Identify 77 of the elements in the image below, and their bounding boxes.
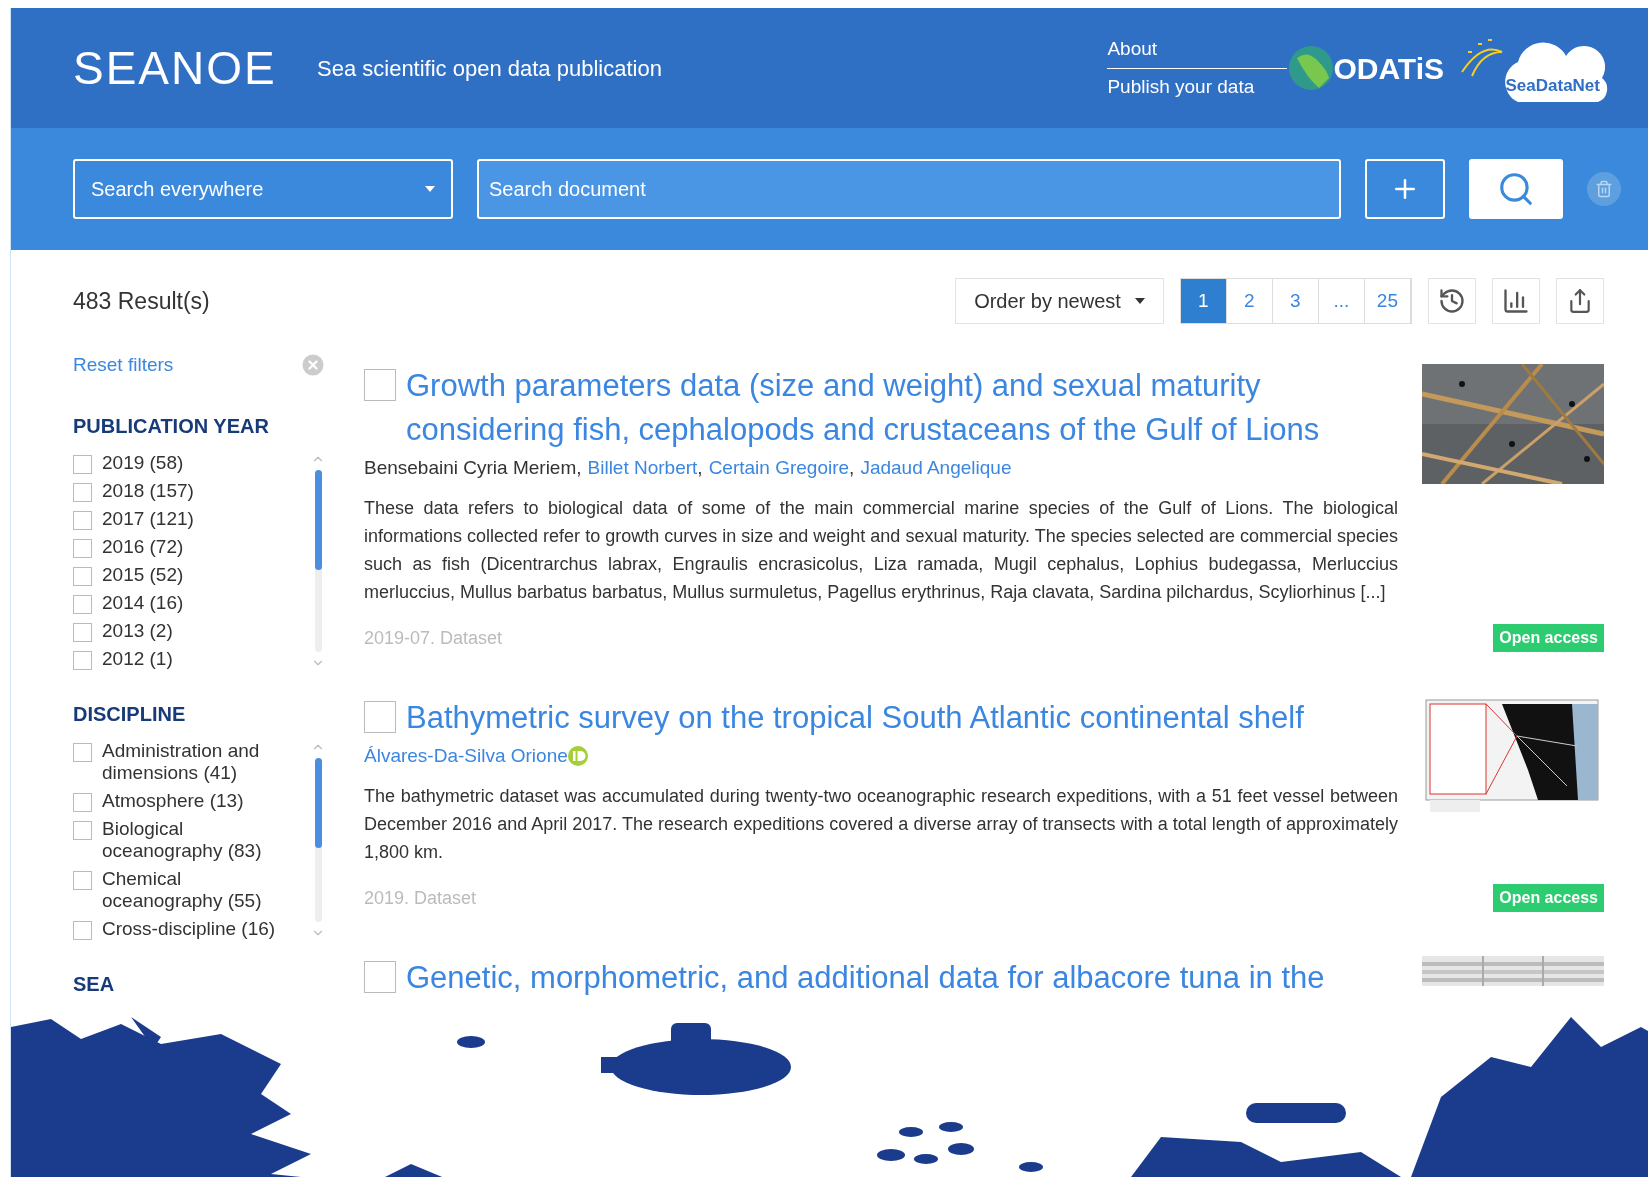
checkbox[interactable] <box>73 454 92 474</box>
scrollbar-track[interactable] <box>314 757 322 922</box>
facet-option[interactable]: Atmosphere (13) <box>102 789 244 812</box>
scrollbar-thumb[interactable] <box>314 757 322 848</box>
result-title-link[interactable]: Genetic, morphometric, and additional data for albacore tuna in the <box>406 956 1325 1000</box>
checkbox[interactable] <box>73 566 92 586</box>
checkbox[interactable] <box>73 482 92 502</box>
reset-filters-link[interactable]: Reset filters <box>73 351 174 380</box>
checkbox[interactable] <box>73 792 92 812</box>
facet-option[interactable]: Cross-discipline (16) <box>102 917 276 940</box>
separator: , <box>849 456 855 480</box>
result-meta: 2019. Dataset <box>364 886 477 910</box>
scrollbar-thumb[interactable] <box>314 469 322 570</box>
result-title-link[interactable]: Bathymetric survey on the tropical South Atlantic continental shelf <box>406 696 1304 740</box>
sort-dropdown[interactable]: Order by newest <box>955 278 1164 324</box>
share-icon <box>1567 288 1593 314</box>
checkbox[interactable] <box>73 538 92 558</box>
facet-option[interactable]: 2018 (157) <box>102 479 194 502</box>
access-label: Open access <box>1493 884 1604 912</box>
facet-option[interactable]: Biological oceanography (83) <box>102 817 305 862</box>
checkbox[interactable] <box>73 622 92 642</box>
page-button[interactable]: 1 <box>1180 279 1227 323</box>
add-button[interactable] <box>1365 159 1445 219</box>
facet-option[interactable]: 2013 (2) <box>102 619 173 642</box>
scope-dropdown[interactable]: Search everywhere <box>73 159 453 219</box>
checkbox[interactable] <box>73 920 92 940</box>
separator: , <box>576 456 582 480</box>
author-name: Bensebaini Cyria Meriem <box>364 456 577 480</box>
checkbox[interactable] <box>73 510 92 530</box>
facet-option[interactable]: 2015 (52) <box>102 563 184 586</box>
author-link[interactable]: Billet Norbert <box>587 454 698 482</box>
trash-icon <box>1595 180 1613 198</box>
facet-option[interactable]: 2019 (58) <box>102 451 184 474</box>
results-count: 483 Result(s) <box>73 290 211 313</box>
search-icon <box>1497 170 1535 208</box>
result-description: The bathymetric dataset was accumulated during twenty-two oceanographic research expeditions, with a 51 feet vessel between December 2016 and April 2017. The research expeditions covered a diverse array of transects with a total length of approximately 1,800 km. <box>364 785 1398 864</box>
result-description: These data refers to biological data of some of the main commercial marine species of the Gulf of Lions. The biological informations collected refer to growth curves in size and weight and sexual maturity. The species selected are commercial species such as fish (Dicentrarchus labrax, Engraulis encrasicolus, Liza ramada, Mugil cephalus, Lophius budegassa, Merluccius merluccius, Mullus barbatus barbatus, Mullus surmuletus, Pagellus erythrinus, Raja clavata, Sardina pilchardus, Scyliorhinus [...] <box>364 497 1398 604</box>
facet-heading: DISCIPLINE <box>73 703 187 724</box>
site-logo[interactable]: SEANOE <box>73 45 313 91</box>
header-link[interactable]: Publish your data <box>1107 68 1288 105</box>
facet-option[interactable]: 2014 (16) <box>102 591 184 614</box>
site-tagline: Sea scientific open data publication <box>317 54 662 83</box>
checkbox[interactable] <box>73 742 92 762</box>
facet-heading: PUBLICATION YEAR <box>73 415 270 436</box>
facet-option[interactable]: 2016 (72) <box>102 535 184 558</box>
search-field[interactable]: Search document <box>477 159 1341 219</box>
separator: , <box>697 456 703 480</box>
result-title-link[interactable]: Growth parameters data (size and weight) and sexual maturity considering fish, cephalopods and crustaceans of the Gulf of Lions <box>406 364 1398 452</box>
author-link[interactable]: Jadaud Angelique <box>860 454 1012 482</box>
facet-heading: SEA <box>73 973 116 994</box>
history-button[interactable] <box>1428 278 1476 324</box>
facet-option[interactable]: 2012 (1) <box>102 647 173 670</box>
author-link[interactable]: Certain Gregoire <box>708 454 850 482</box>
facet-option[interactable]: Chemical oceanography (55) <box>102 867 305 912</box>
checkbox[interactable] <box>73 870 92 890</box>
partner-logo[interactable]: ODATiS <box>1333 45 1444 91</box>
author-link[interactable]: Álvares-Da-Silva Orione <box>364 742 568 770</box>
facet-option[interactable]: 2017 (121) <box>102 507 194 530</box>
checkbox[interactable] <box>73 594 92 614</box>
access-label: Open access <box>1493 624 1604 652</box>
checkbox[interactable] <box>364 701 396 733</box>
caret-icon <box>425 186 435 192</box>
bar-chart-icon <box>1502 287 1530 315</box>
share-button[interactable] <box>1556 278 1604 324</box>
scrollbar-track[interactable] <box>314 469 322 652</box>
checkbox[interactable] <box>364 961 396 993</box>
result-meta: 2019-07. Dataset <box>364 626 503 650</box>
facet-option[interactable]: Administration and dimensions (41) <box>102 739 305 784</box>
checkbox[interactable] <box>73 650 92 670</box>
checkbox[interactable] <box>364 369 396 401</box>
caret-icon <box>1134 298 1145 304</box>
id-badge-icon[interactable] <box>567 746 588 766</box>
checkbox[interactable] <box>73 820 92 840</box>
header-link[interactable]: About <box>1107 31 1288 69</box>
history-icon <box>1438 287 1466 315</box>
search-button[interactable] <box>1469 159 1563 219</box>
statistics-button[interactable] <box>1492 278 1540 324</box>
